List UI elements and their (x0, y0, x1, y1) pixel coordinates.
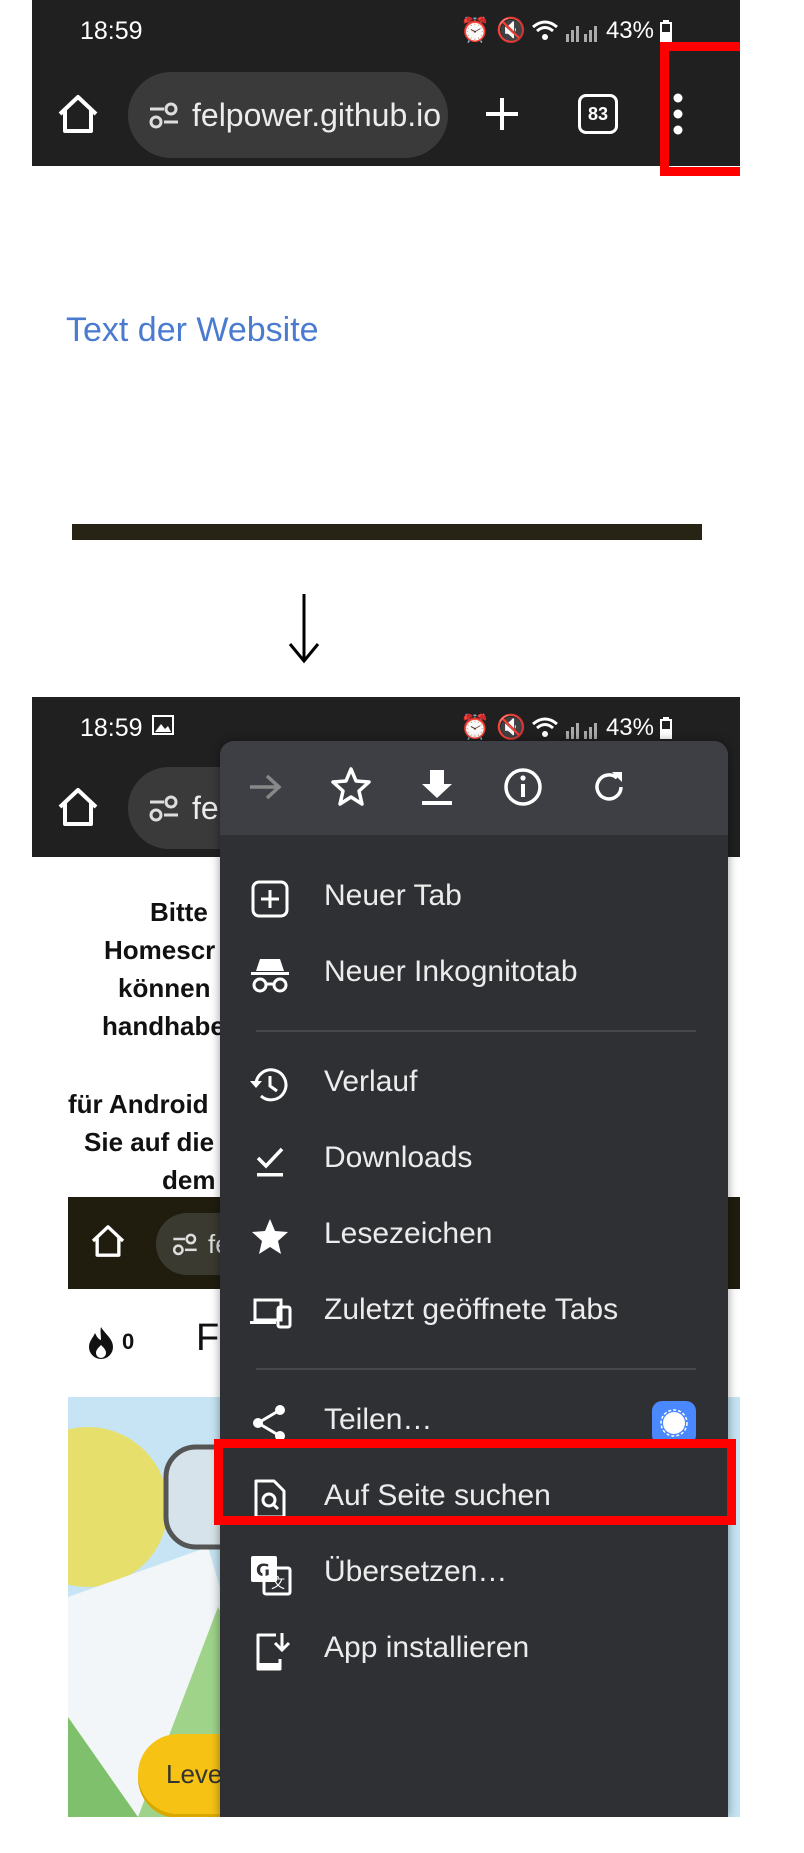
status-bar: 18:59 ⏰ 🔇 43% (32, 0, 740, 62)
menu-item-bookmarks[interactable]: Lesezeichen (220, 1197, 728, 1275)
menu-item-label: Übersetzen… (324, 1555, 508, 1588)
forward-icon[interactable] (242, 764, 288, 810)
status-icons: ⏰ 🔇 43% (460, 16, 672, 45)
page-text-line: handhabe (102, 1011, 225, 1041)
mute-icon: 🔇 (496, 714, 526, 741)
menu-item-history[interactable]: Verlauf (220, 1045, 728, 1123)
recent-tabs-icon (250, 1298, 292, 1329)
page-text-line: Bitte (150, 897, 208, 927)
menu-item-new-incognito-tab[interactable]: Neuer Inkognitotab (220, 935, 728, 1013)
menu-item-downloads[interactable]: Downloads (220, 1121, 728, 1199)
menu-action-row (220, 741, 728, 835)
menu-item-label: Downloads (324, 1141, 473, 1174)
down-arrow-icon (286, 592, 322, 664)
browser-overflow-menu: Neuer Tab Neuer Inkognitotab Verlauf Dow… (220, 741, 728, 1817)
menu-item-translate[interactable]: G文 Übersetzen… (220, 1535, 728, 1613)
info-icon[interactable] (500, 764, 546, 810)
menu-item-label: Neuer Inkognitotab (324, 955, 578, 988)
incognito-icon (251, 959, 289, 993)
streak-count: 0 (122, 1329, 135, 1354)
svg-text:文: 文 (271, 1576, 285, 1592)
url-text: felpower.github.io (192, 96, 442, 133)
status-icons: ⏰ 🔇 43% (460, 713, 672, 742)
site-settings-icon (172, 1233, 197, 1256)
site-text: Text der Website (66, 311, 319, 349)
site-settings-icon[interactable] (146, 97, 182, 133)
tab-switcher-button[interactable]: 83 (578, 94, 618, 134)
status-time: 18:59 (80, 17, 143, 45)
streak-counter: 0 (86, 1325, 134, 1359)
page-image-strip (72, 524, 702, 540)
battery-icon (660, 19, 672, 42)
flame-icon (89, 1327, 113, 1359)
menu-divider (256, 1030, 696, 1032)
menu-item-label: Verlauf (324, 1065, 418, 1098)
site-settings-icon[interactable] (146, 790, 182, 826)
page-text-line: Sie auf die (84, 1127, 215, 1157)
alarm-icon: ⏰ (460, 714, 491, 741)
download-icon[interactable] (414, 764, 460, 810)
battery-icon (660, 716, 672, 739)
menu-item-label: Teilen… (324, 1403, 433, 1436)
web-page: Text der Website (32, 166, 740, 540)
screenshot-before: 18:59 ⏰ 🔇 43% felpower.github.io 83 Text… (32, 0, 740, 540)
new-tab-icon (251, 880, 289, 918)
page-text-line: für Android (68, 1089, 209, 1119)
home-icon[interactable] (54, 783, 102, 831)
translate-icon: G文 (251, 1556, 292, 1596)
install-app-icon (256, 1633, 291, 1671)
new-tab-button[interactable] (478, 90, 526, 138)
page-text-line: Homescr (104, 935, 216, 965)
alarm-icon: ⏰ (460, 17, 491, 44)
menu-item-label: Neuer Tab (324, 879, 462, 912)
downloads-icon (256, 1147, 284, 1177)
screenshot-after: 18:59 ⏰ 🔇 43% fel Bitte Homescr können h… (32, 697, 740, 1817)
menu-item-label: App installieren (324, 1631, 530, 1664)
tab-count: 83 (587, 103, 609, 124)
menu-item-new-tab[interactable]: Neuer Tab (220, 859, 728, 937)
menu-item-label: Lesezeichen (324, 1217, 493, 1250)
home-icon (88, 1221, 128, 1261)
page-text-line: dem (162, 1165, 216, 1195)
bookmark-star-icon[interactable] (328, 764, 374, 810)
page-heading-partial: F (196, 1317, 220, 1359)
wifi-icon (531, 717, 558, 739)
history-icon (250, 1068, 288, 1102)
home-icon[interactable] (54, 90, 102, 138)
status-time: 18:59 (80, 714, 143, 742)
gallery-notification-icon (152, 715, 174, 735)
mute-icon: 🔇 (496, 17, 526, 44)
refresh-icon[interactable] (586, 764, 632, 810)
menu-divider (256, 1368, 696, 1370)
signal-icon (564, 717, 600, 739)
menu-item-label: Zuletzt geöffnete Tabs (324, 1293, 619, 1326)
menu-item-install-app[interactable]: App installieren (220, 1611, 728, 1689)
page-text-line: können (118, 973, 211, 1003)
bookmarks-icon (252, 1219, 288, 1254)
battery-percent: 43% (605, 16, 654, 44)
highlight-menu-button (660, 42, 740, 176)
browser-toolbar: felpower.github.io 83 (32, 62, 740, 166)
menu-item-recent-tabs[interactable]: Zuletzt geöffnete Tabs (220, 1273, 728, 1351)
wifi-icon (531, 20, 558, 42)
highlight-install-app (214, 1439, 736, 1525)
address-bar[interactable]: felpower.github.io (128, 72, 448, 158)
signal-icon (564, 20, 600, 42)
battery-percent: 43% (605, 713, 654, 741)
